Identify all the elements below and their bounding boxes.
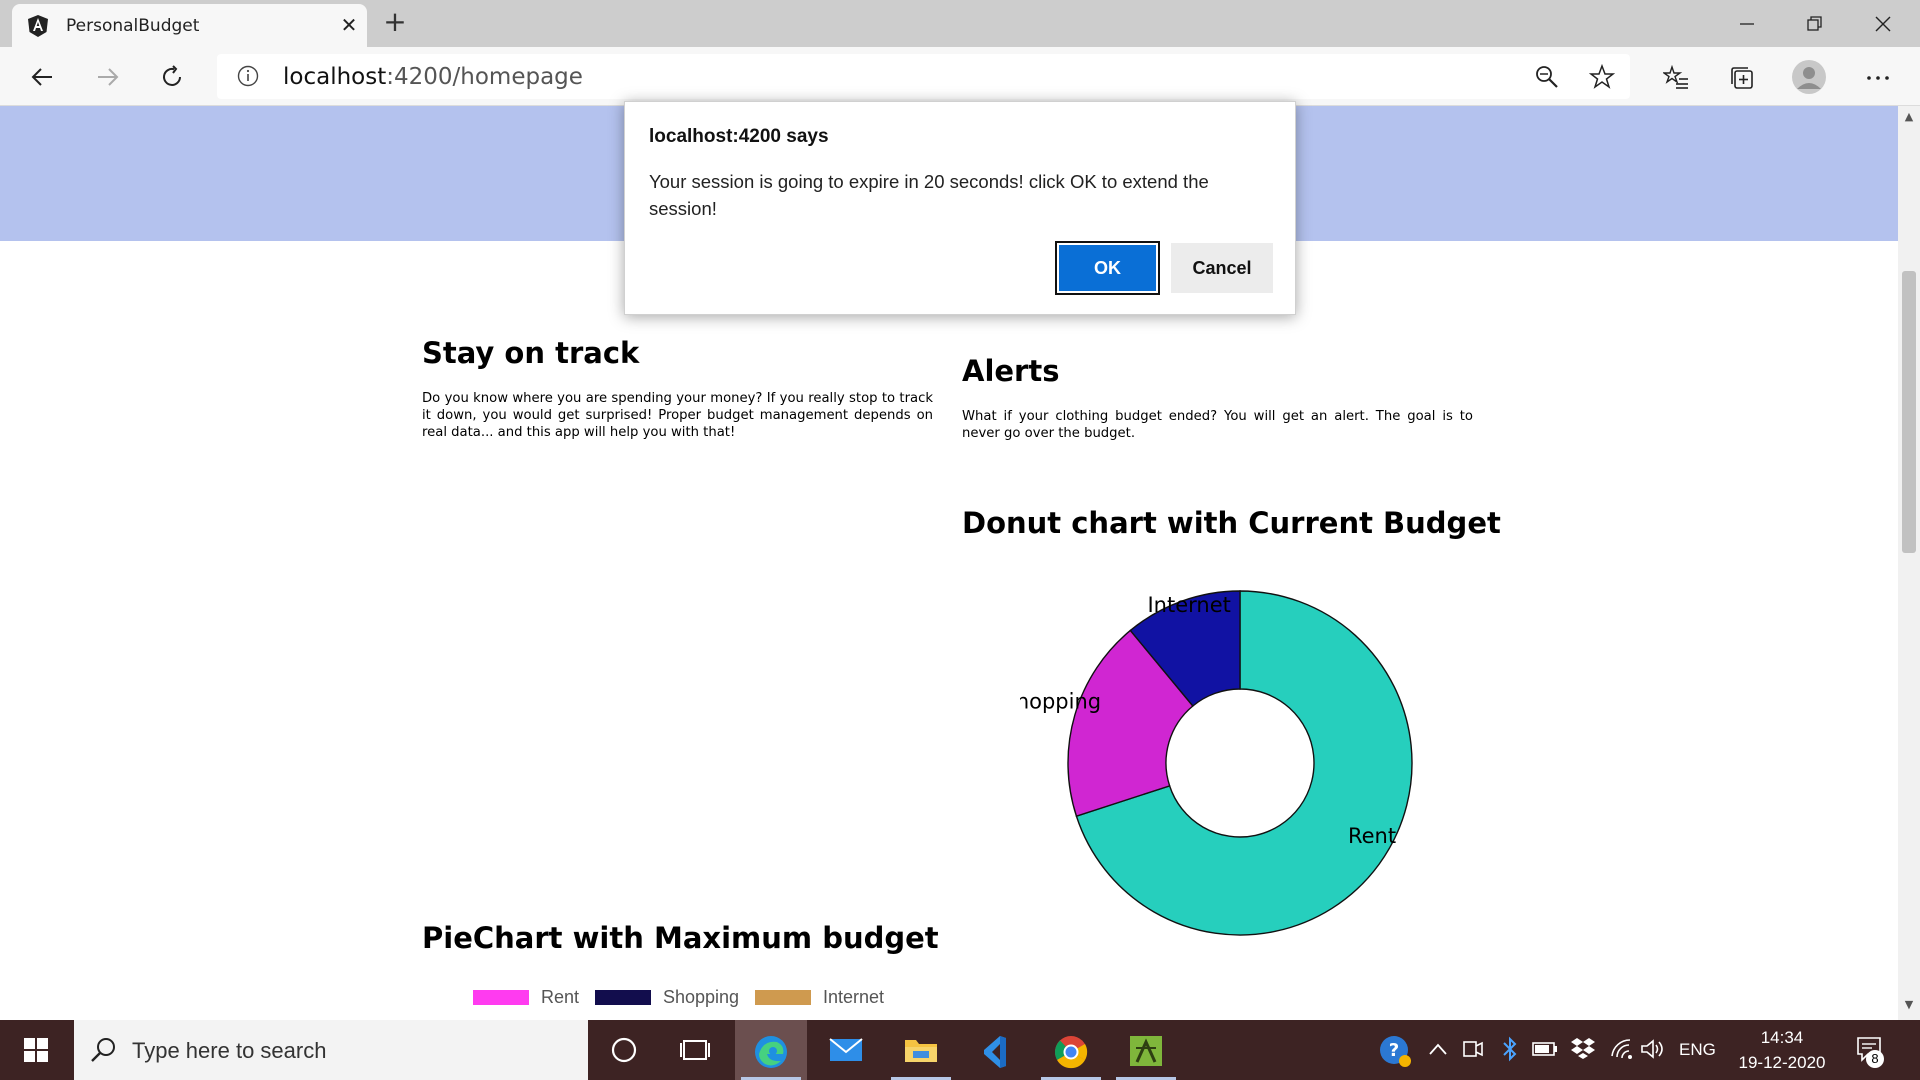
donut-chart-heading: Donut chart with Current Budget <box>962 506 1501 540</box>
plus-icon[interactable]: + <box>380 8 410 38</box>
stay-on-track-heading: Stay on track <box>422 336 640 370</box>
back-arrow-icon[interactable] <box>25 60 59 94</box>
meet-icon[interactable] <box>1462 1038 1484 1065</box>
file-explorer-icon[interactable] <box>885 1020 957 1080</box>
dialog-message: Your session is going to expire in 20 se… <box>649 171 1209 219</box>
visual-studio-icon[interactable] <box>960 1020 1032 1080</box>
tab-strip: PersonalBudget ✕ + <box>0 0 1920 47</box>
address-bar[interactable]: localhost:4200/homepage <box>217 54 1630 99</box>
scroll-up-arrow-icon[interactable]: ▲ <box>1898 110 1920 126</box>
legend-swatch-rent <box>473 990 529 1005</box>
tab-personalbudget[interactable]: PersonalBudget ✕ <box>12 4 367 47</box>
profile-icon[interactable] <box>1789 57 1829 97</box>
ok-button[interactable]: OK <box>1055 241 1160 295</box>
collections-icon[interactable] <box>1724 60 1758 94</box>
angular-logo-icon <box>26 14 50 38</box>
windows-start-icon[interactable] <box>0 1020 72 1080</box>
close-icon[interactable]: ✕ <box>336 12 362 38</box>
donut-label-shopping: Shopping <box>1020 689 1101 713</box>
clock-date[interactable]: 19-12-2020 <box>1728 1053 1836 1073</box>
legend-swatch-shopping <box>595 990 651 1005</box>
favorites-icon[interactable] <box>1658 60 1692 94</box>
clock-time[interactable]: 14:34 <box>1742 1028 1822 1048</box>
donut-label-internet: Internet <box>1147 593 1230 617</box>
dialog-title: localhost:4200 says <box>649 126 829 147</box>
zoom-icon[interactable] <box>1534 64 1560 94</box>
donut-chart: Rent Shopping Internet <box>1020 590 1413 936</box>
windows-taskbar: Type here to search ? ENG 14:34 19-12-20… <box>0 1020 1920 1080</box>
scroll-thumb[interactable] <box>1902 271 1916 553</box>
app-icon[interactable] <box>1110 1020 1182 1080</box>
dropbox-icon[interactable] <box>1570 1036 1596 1065</box>
session-alert-dialog: localhost:4200 says Your session is goin… <box>624 101 1296 315</box>
more-icon[interactable] <box>1860 60 1894 94</box>
cancel-button[interactable]: Cancel <box>1171 243 1273 293</box>
legend-swatch-internet <box>755 990 811 1005</box>
minimize-icon[interactable] <box>1722 6 1772 40</box>
navigation-bar: localhost:4200/homepage <box>0 47 1920 106</box>
alerts-text: What if your clothing budget ended? You … <box>962 409 1473 441</box>
star-icon[interactable] <box>1588 63 1616 94</box>
pie-chart-heading: PieChart with Maximum budget <box>422 921 939 955</box>
alerts-heading: Alerts <box>962 354 1060 388</box>
page-scrollbar[interactable]: ▲ ▼ <box>1898 106 1920 1020</box>
restore-icon[interactable] <box>1790 6 1840 40</box>
input-language[interactable]: ENG <box>1679 1040 1716 1060</box>
search-placeholder: Type here to search <box>132 1038 327 1063</box>
legend-label-shopping: Shopping <box>663 987 740 1007</box>
mail-icon[interactable] <box>810 1020 882 1080</box>
info-icon[interactable] <box>237 65 259 91</box>
battery-icon <box>1532 1040 1558 1063</box>
chrome-icon[interactable] <box>1035 1020 1107 1080</box>
chevron-up-icon[interactable] <box>1428 1042 1448 1061</box>
legend-label-rent: Rent <box>541 987 580 1007</box>
help-icon[interactable]: ? <box>1378 1034 1412 1073</box>
refresh-icon[interactable] <box>156 60 190 94</box>
svg-text:?: ? <box>1389 1040 1399 1061</box>
url-text: localhost:4200/homepage <box>283 64 583 90</box>
cortana-icon[interactable] <box>588 1020 660 1080</box>
taskbar-search-box[interactable]: Type here to search <box>74 1020 588 1080</box>
tab-title: PersonalBudget <box>66 16 200 36</box>
edge-icon[interactable] <box>735 1020 807 1080</box>
forward-arrow-icon[interactable] <box>91 60 125 94</box>
scroll-down-arrow-icon[interactable]: ▼ <box>1898 998 1920 1014</box>
legend-label-internet: Internet <box>823 987 885 1007</box>
donut-label-rent: Rent <box>1348 824 1396 848</box>
wifi-icon[interactable] <box>1610 1038 1634 1065</box>
stay-on-track-text: Do you know where you are spending your … <box>422 391 933 440</box>
search-icon <box>90 1036 118 1068</box>
task-view-icon[interactable] <box>660 1020 732 1080</box>
notification-count-badge: 8 <box>1866 1050 1884 1068</box>
window-close-icon[interactable] <box>1858 6 1908 40</box>
bluetooth-icon[interactable] <box>1500 1036 1520 1067</box>
volume-icon[interactable] <box>1640 1038 1666 1065</box>
